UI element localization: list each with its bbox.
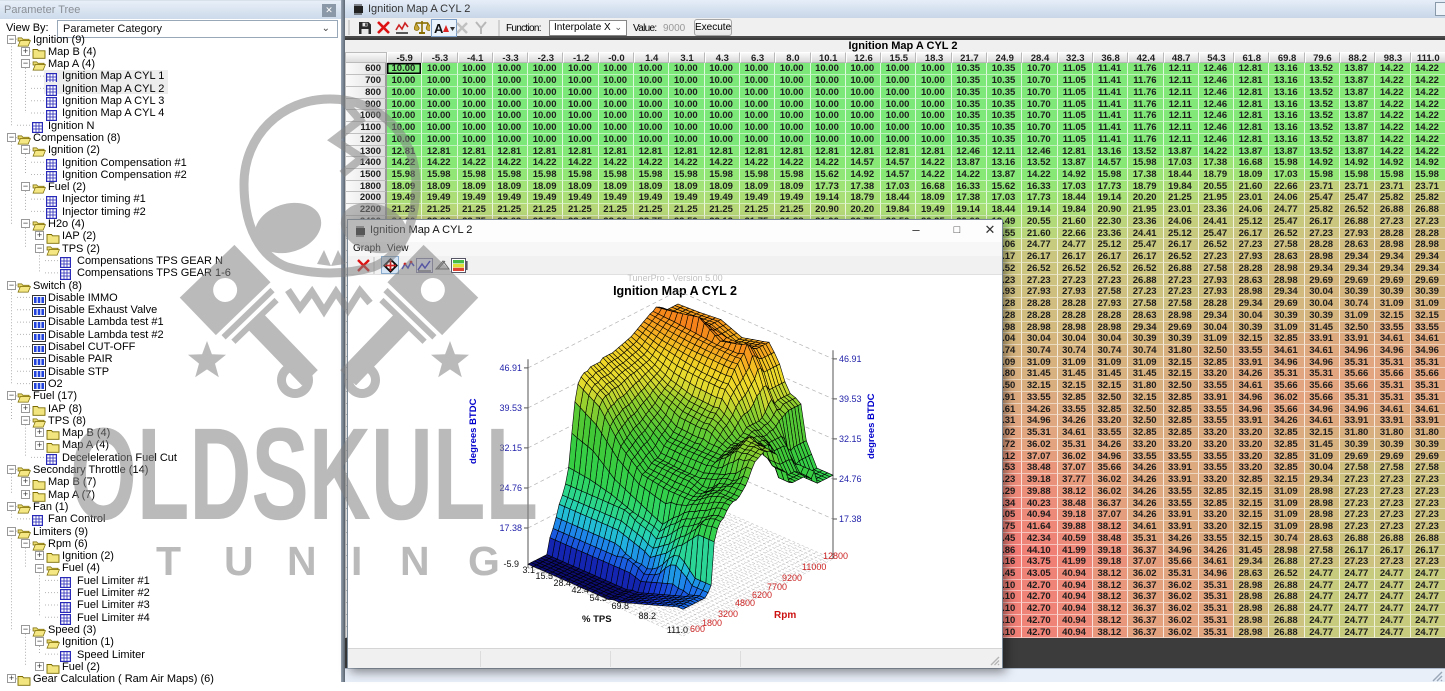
svg-text:% TPS: % TPS bbox=[582, 614, 612, 625]
svg-text:degrees BTDC: degrees BTDC bbox=[468, 398, 479, 464]
svg-text:39.53: 39.53 bbox=[499, 403, 522, 413]
svg-text:46.91: 46.91 bbox=[839, 354, 862, 364]
svg-text:24.76: 24.76 bbox=[839, 474, 862, 484]
svg-text:28.4: 28.4 bbox=[553, 578, 571, 588]
svg-text:Rpm: Rpm bbox=[774, 610, 796, 621]
svg-text:degrees BTDC: degrees BTDC bbox=[866, 393, 877, 459]
svg-text:A: A bbox=[434, 21, 444, 36]
svg-text:12800: 12800 bbox=[823, 551, 848, 561]
svg-text:-5.9: -5.9 bbox=[503, 559, 519, 569]
svg-text:54.3: 54.3 bbox=[589, 593, 607, 603]
svg-text:88.2: 88.2 bbox=[638, 611, 656, 621]
svg-text:111.0: 111.0 bbox=[667, 625, 688, 635]
svg-text:9200: 9200 bbox=[782, 573, 802, 583]
svg-text:3200: 3200 bbox=[718, 609, 738, 619]
svg-text:46.91: 46.91 bbox=[499, 363, 522, 373]
svg-text:42.4: 42.4 bbox=[571, 585, 589, 595]
svg-text:69.8: 69.8 bbox=[611, 601, 629, 611]
svg-text:17.38: 17.38 bbox=[839, 514, 862, 524]
svg-text:15.5: 15.5 bbox=[535, 571, 553, 581]
svg-text:7700: 7700 bbox=[767, 582, 787, 592]
svg-text:32.15: 32.15 bbox=[839, 434, 862, 444]
svg-text:1800: 1800 bbox=[702, 618, 722, 628]
svg-text:11000: 11000 bbox=[802, 562, 826, 572]
svg-text:17.38: 17.38 bbox=[499, 523, 522, 533]
svg-text:24.76: 24.76 bbox=[499, 483, 522, 493]
svg-text:32.15: 32.15 bbox=[499, 443, 522, 453]
svg-text:3.1: 3.1 bbox=[522, 565, 535, 575]
svg-text:39.53: 39.53 bbox=[839, 394, 862, 404]
